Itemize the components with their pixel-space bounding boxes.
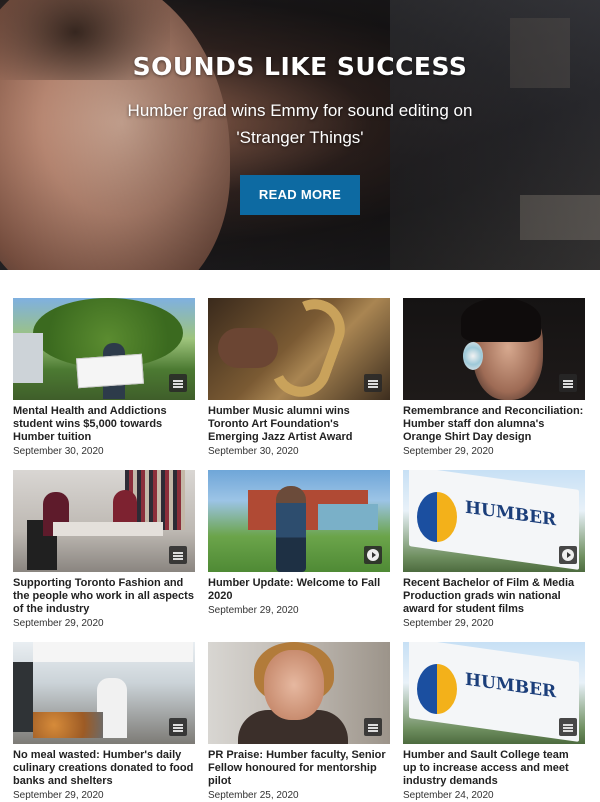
humber-logo-icon — [417, 492, 457, 542]
read-more-button[interactable]: READ MORE — [240, 175, 360, 215]
news-card[interactable]: Humber Update: Welcome to Fall 2020 Sept… — [208, 470, 390, 628]
news-date: September 24, 2020 — [403, 790, 494, 801]
news-thumbnail[interactable] — [13, 642, 195, 744]
news-thumbnail[interactable] — [13, 470, 195, 572]
hero-title: SOUNDS LIKE SUCCESS — [132, 52, 468, 81]
news-date: September 29, 2020 — [208, 605, 299, 616]
news-card[interactable]: PR Praise: Humber faculty, Senior Fellow… — [208, 642, 390, 801]
news-date: September 29, 2020 — [403, 618, 494, 629]
article-icon — [169, 546, 187, 564]
news-date: September 30, 2020 — [208, 446, 299, 457]
news-title[interactable]: Humber and Sault College team up to incr… — [403, 749, 585, 788]
article-icon — [559, 718, 577, 736]
article-icon — [364, 718, 382, 736]
news-title[interactable]: No meal wasted: Humber's daily culinary … — [13, 749, 195, 788]
news-date: September 30, 2020 — [13, 446, 104, 457]
news-thumbnail[interactable]: HUMBER — [403, 470, 585, 572]
news-card[interactable]: Mental Health and Addictions student win… — [13, 298, 195, 457]
news-date: September 29, 2020 — [403, 446, 494, 457]
news-title[interactable]: Recent Bachelor of Film & Media Producti… — [403, 577, 585, 616]
news-date: September 25, 2020 — [208, 790, 299, 801]
video-icon — [364, 546, 382, 564]
news-thumbnail[interactable] — [208, 298, 390, 400]
news-title[interactable]: Humber Music alumni wins Toronto Art Fou… — [208, 405, 390, 444]
article-icon — [559, 374, 577, 392]
news-date: September 29, 2020 — [13, 790, 104, 801]
news-thumbnail[interactable] — [403, 298, 585, 400]
news-title[interactable]: PR Praise: Humber faculty, Senior Fellow… — [208, 749, 390, 788]
news-card[interactable]: HUMBER Humber and Sault College team up … — [403, 642, 585, 801]
hero-content: SOUNDS LIKE SUCCESS Humber grad wins Emm… — [0, 52, 600, 215]
news-card[interactable]: Supporting Toronto Fashion and the peopl… — [13, 470, 195, 629]
news-card[interactable]: Humber Music alumni wins Toronto Art Fou… — [208, 298, 390, 457]
article-icon — [364, 374, 382, 392]
article-icon — [169, 718, 187, 736]
news-card[interactable]: No meal wasted: Humber's daily culinary … — [13, 642, 195, 801]
news-grid: Mental Health and Addictions student win… — [13, 298, 587, 801]
article-icon — [169, 374, 187, 392]
hero-banner: SOUNDS LIKE SUCCESS Humber grad wins Emm… — [0, 0, 600, 270]
news-thumbnail[interactable] — [13, 298, 195, 400]
news-date: September 29, 2020 — [13, 618, 104, 629]
news-title[interactable]: Remembrance and Reconciliation: Humber s… — [403, 405, 585, 444]
humber-logo-icon — [417, 664, 457, 714]
news-thumbnail[interactable]: HUMBER — [403, 642, 585, 744]
news-thumbnail[interactable] — [208, 642, 390, 744]
news-card[interactable]: Remembrance and Reconciliation: Humber s… — [403, 298, 585, 457]
video-icon — [559, 546, 577, 564]
news-title[interactable]: Supporting Toronto Fashion and the peopl… — [13, 577, 195, 616]
news-thumbnail[interactable] — [208, 470, 390, 572]
news-card[interactable]: HUMBER Recent Bachelor of Film & Media P… — [403, 470, 585, 629]
news-title[interactable]: Mental Health and Addictions student win… — [13, 405, 195, 444]
news-title[interactable]: Humber Update: Welcome to Fall 2020 — [208, 577, 390, 603]
hero-subtitle: Humber grad wins Emmy for sound editing … — [127, 101, 473, 147]
